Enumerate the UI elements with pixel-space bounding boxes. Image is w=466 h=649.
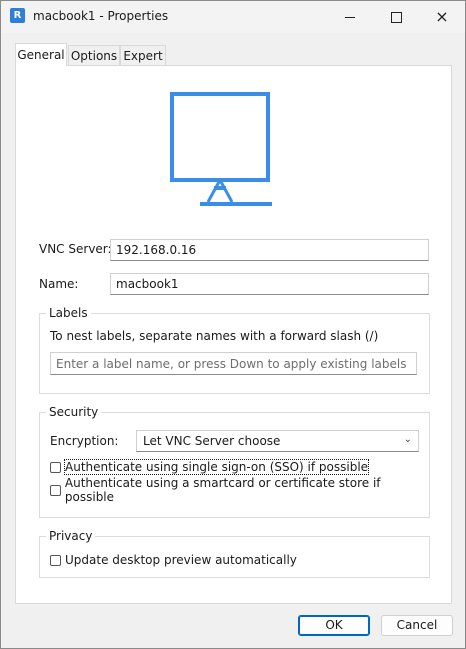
privacy-group-title: Privacy xyxy=(46,529,96,543)
privacy-group: Privacy Update desktop preview automatic… xyxy=(39,529,430,578)
general-panel: VNC Server: Name: Labels To nest labels,… xyxy=(15,65,452,604)
app-icon: R xyxy=(10,8,25,23)
labels-group-title: Labels xyxy=(46,306,91,320)
maximize-button[interactable] xyxy=(373,1,419,33)
monitor-icon xyxy=(170,92,272,206)
sso-checkbox-label[interactable]: Authenticate using single sign-on (SSO) … xyxy=(63,459,370,475)
smartcard-checkbox[interactable] xyxy=(50,484,61,496)
preview-checkbox[interactable] xyxy=(50,554,61,566)
name-input[interactable] xyxy=(110,273,429,295)
encryption-select[interactable]: Let VNC Server choose ⌄ xyxy=(136,430,419,452)
sso-checkbox-row[interactable]: Authenticate using single sign-on (SSO) … xyxy=(50,459,370,475)
encryption-label: Encryption: xyxy=(50,434,119,448)
sso-checkbox[interactable] xyxy=(50,461,61,473)
close-icon: × xyxy=(435,7,449,26)
minimize-icon xyxy=(345,16,355,18)
tab-options[interactable]: Options xyxy=(68,45,120,65)
encryption-value: Let VNC Server choose xyxy=(143,434,281,448)
title-bar[interactable]: R macbook1 - Properties × xyxy=(1,1,465,33)
tab-general[interactable]: General xyxy=(15,43,67,66)
cancel-button[interactable]: Cancel xyxy=(381,615,453,636)
security-group: Security Encryption: Let VNC Server choo… xyxy=(39,405,430,518)
security-group-title: Security xyxy=(46,405,102,419)
maximize-icon xyxy=(390,11,402,23)
name-label: Name: xyxy=(39,277,79,291)
smartcard-checkbox-label[interactable]: Authenticate using a smartcard or certif… xyxy=(65,476,429,504)
labels-input[interactable] xyxy=(50,352,417,375)
properties-window: R macbook1 - Properties × General Option… xyxy=(0,0,466,649)
ok-button[interactable]: OK xyxy=(298,615,370,636)
close-button[interactable]: × xyxy=(419,1,465,33)
chevron-down-icon: ⌄ xyxy=(403,434,412,445)
vnc-server-label: VNC Server: xyxy=(39,242,112,256)
labels-hint: To nest labels, separate names with a fo… xyxy=(50,329,379,343)
minimize-button[interactable] xyxy=(327,1,373,33)
labels-group: Labels To nest labels, separate names wi… xyxy=(39,306,430,394)
tab-expert[interactable]: Expert xyxy=(120,45,166,65)
smartcard-checkbox-row[interactable]: Authenticate using a smartcard or certif… xyxy=(50,476,429,504)
window-title: macbook1 - Properties xyxy=(33,9,169,23)
preview-checkbox-label[interactable]: Update desktop preview automatically xyxy=(65,553,297,567)
vnc-server-input[interactable] xyxy=(110,239,429,261)
preview-checkbox-row[interactable]: Update desktop preview automatically xyxy=(50,552,297,568)
